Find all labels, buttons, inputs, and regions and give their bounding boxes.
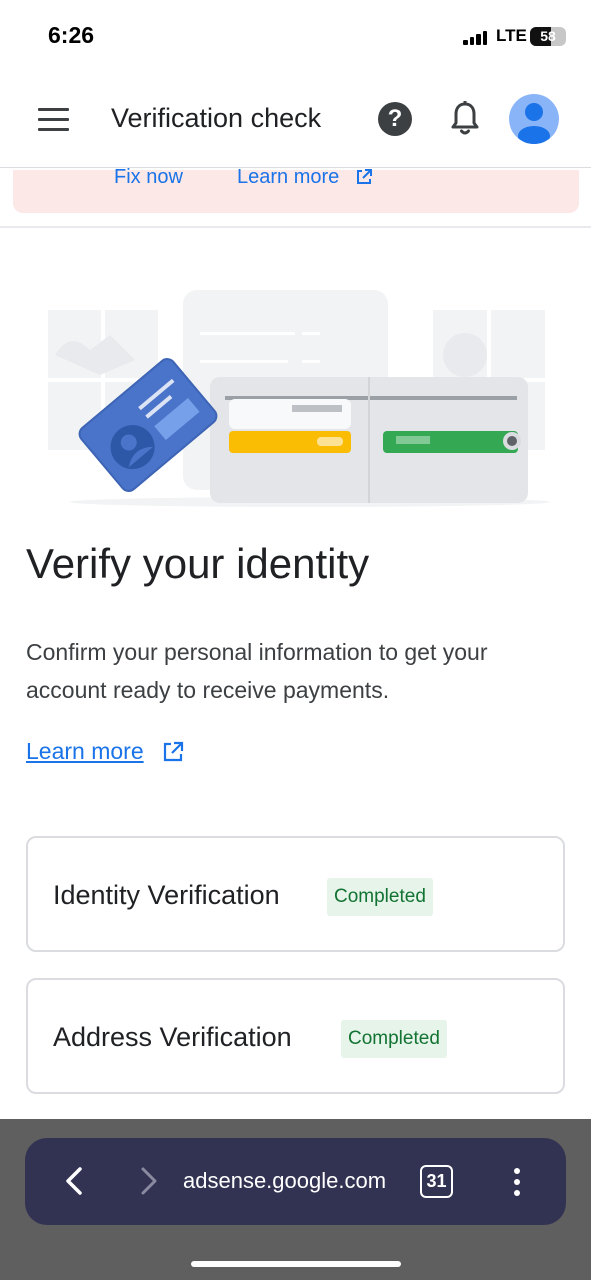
avatar[interactable] <box>509 94 559 144</box>
account-avatar-icon <box>518 103 550 144</box>
menu-icon[interactable] <box>38 108 70 132</box>
description-text: Confirm your personal information to get… <box>26 639 488 703</box>
back-icon[interactable] <box>63 1166 87 1196</box>
address-verification-card[interactable]: Address Verification Completed <box>26 978 565 1094</box>
verification-illustration <box>48 290 550 507</box>
browser-toolbar: adsense.google.com 31 <box>25 1138 566 1225</box>
card-title: Identity Verification <box>53 880 280 910</box>
tabs-button[interactable]: 31 <box>420 1165 453 1198</box>
battery-level: 58 <box>540 28 556 44</box>
external-link-icon <box>357 169 372 184</box>
signal-icon <box>463 31 489 45</box>
app-bar: Verification check ? <box>0 72 591 168</box>
battery-icon: 58 <box>530 27 566 46</box>
browser-toolbar-area: adsense.google.com 31 <box>0 1119 591 1280</box>
alert-banner: Fix now Learn more <box>13 166 579 213</box>
more-options-icon[interactable] <box>513 1168 521 1196</box>
card-title: Address Verification <box>53 1022 292 1052</box>
status-badge: Completed <box>341 1020 447 1058</box>
page-title: Verification check <box>111 103 322 133</box>
status-badge: Completed <box>327 878 433 916</box>
fix-now-link[interactable]: Fix now <box>114 166 183 189</box>
identity-verification-card[interactable]: Identity Verification Completed <box>26 836 565 952</box>
bell-icon[interactable] <box>448 100 482 138</box>
forward-icon[interactable] <box>137 1166 161 1196</box>
alert-learn-more-link[interactable]: Learn more <box>237 166 339 189</box>
headline: Verify your identity <box>26 540 370 587</box>
network-type: LTE <box>496 26 527 45</box>
divider <box>0 226 591 228</box>
help-icon[interactable]: ? <box>378 102 412 136</box>
status-bar: 6:26 LTE 58 <box>0 0 591 72</box>
url-field[interactable]: adsense.google.com <box>183 1168 386 1194</box>
status-time: 6:26 <box>48 22 95 48</box>
home-indicator <box>191 1261 401 1267</box>
external-link-icon <box>163 741 184 762</box>
learn-more-link[interactable]: Learn more <box>26 738 144 765</box>
